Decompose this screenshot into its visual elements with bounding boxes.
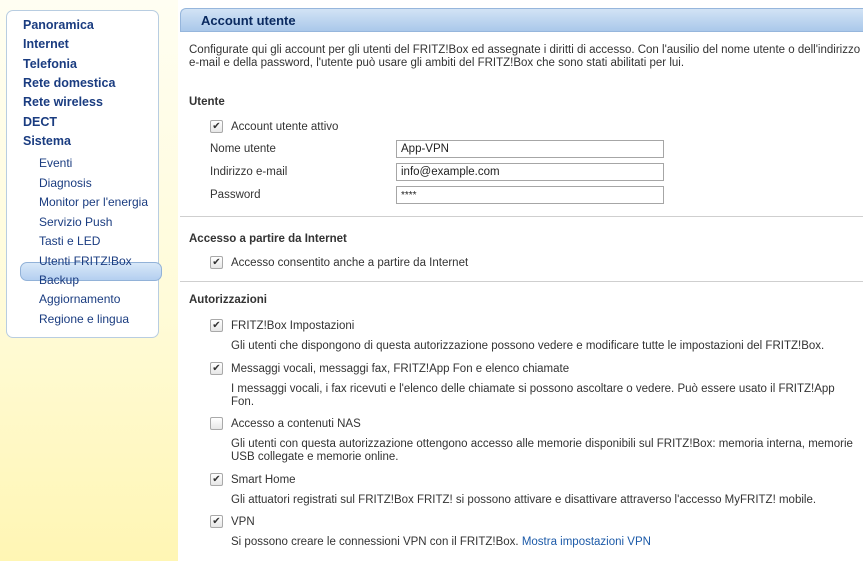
nav-aggiornamento[interactable]: Aggiornamento	[39, 292, 120, 306]
perm-messages-checkbox[interactable]: ✔	[210, 362, 223, 375]
perm-nas-label: Accesso a contenuti NAS	[231, 417, 361, 430]
perm-smart-home-desc-line: Gli attuatori registrati sul FRITZ!Box F…	[231, 494, 817, 506]
perm-vpn-desc-text: Si possono creare le connessioni VPN con…	[231, 536, 519, 548]
nav-backup[interactable]: Backup	[39, 273, 79, 287]
nav-servizio-push[interactable]: Servizio Push	[39, 215, 112, 229]
perm-vpn-checkbox[interactable]: ✔	[210, 515, 223, 528]
nav-telefonia[interactable]: Telefonia	[23, 57, 77, 71]
internet-access-label: Accesso consentito anche a partire da In…	[231, 256, 469, 269]
sidebar: Panoramica Internet Telefonia Rete domes…	[6, 10, 162, 338]
nav-internet[interactable]: Internet	[23, 37, 69, 51]
perm-fritzbox-settings-desc-line: Gli utenti che dispongono di questa auto…	[231, 340, 825, 352]
main-content: Account utente Configurate qui gli accou…	[180, 0, 863, 561]
perm-messages-row: ✔ Messaggi vocali, messaggi fax, FRITZ!A…	[210, 362, 569, 375]
nav-monitor-energia[interactable]: Monitor per l'energia	[39, 195, 148, 209]
nav-diagnosis[interactable]: Diagnosis	[39, 176, 92, 190]
perm-vpn-label: VPN	[231, 515, 255, 528]
vpn-settings-link[interactable]: Mostra impostazioni VPN	[522, 536, 651, 548]
perm-vpn-row: ✔ VPN	[210, 515, 255, 528]
perm-fritzbox-settings-label: FRITZ!Box Impostazioni	[231, 319, 355, 332]
password-label: Password	[210, 189, 261, 201]
intro-text: Configurate qui gli account per gli uten…	[189, 44, 863, 70]
perm-smart-home-row: ✔ Smart Home	[210, 473, 296, 486]
perm-fritzbox-settings-row: ✔ FRITZ!Box Impostazioni	[210, 319, 354, 332]
nav-regione-lingua[interactable]: Regione e lingua	[39, 312, 129, 326]
perm-messages-desc-line-2: Fon.	[231, 396, 255, 408]
nav-panoramica[interactable]: Panoramica	[23, 18, 94, 32]
perm-nas-row: Accesso a contenuti NAS	[210, 417, 361, 430]
perm-nas-checkbox[interactable]	[210, 417, 223, 430]
account-active-label: Account utente attivo	[231, 120, 339, 133]
section-title-internet: Accesso a partire da Internet	[189, 233, 347, 245]
perm-fritzbox-settings-checkbox[interactable]: ✔	[210, 319, 223, 332]
nav-utenti-fritzbox[interactable]: Utenti FRITZ!Box	[39, 254, 132, 268]
nav-rete-wireless[interactable]: Rete wireless	[23, 95, 103, 109]
perm-fritzbox-settings-desc: Gli utenti che dispongono di questa auto…	[231, 340, 861, 353]
perm-smart-home-checkbox[interactable]: ✔	[210, 473, 223, 486]
intro-line-2: e-mail e della password, l'utente può us…	[189, 57, 685, 69]
internet-access-checkbox[interactable]: ✔	[210, 256, 223, 269]
password-input[interactable]	[396, 186, 664, 204]
perm-messages-desc: I messaggi vocali, i fax ricevuti e l'el…	[231, 383, 861, 409]
section-title-utente: Utente	[189, 96, 225, 108]
title-bar: Account utente	[180, 8, 863, 32]
nav-eventi[interactable]: Eventi	[39, 156, 72, 170]
nav-rete-domestica[interactable]: Rete domestica	[23, 76, 115, 90]
page-title: Account utente	[201, 13, 296, 28]
perm-messages-label: Messaggi vocali, messaggi fax, FRITZ!App…	[231, 362, 570, 375]
perm-nas-desc-line-2: USB collegate e memorie online.	[231, 451, 399, 463]
nav-tasti-led[interactable]: Tasti e LED	[39, 234, 100, 248]
account-active-checkbox[interactable]: ✔	[210, 120, 223, 133]
perm-smart-home-desc: Gli attuatori registrati sul FRITZ!Box F…	[231, 494, 861, 507]
internet-access-row: ✔ Accesso consentito anche a partire da …	[210, 256, 468, 269]
nav-dect[interactable]: DECT	[23, 115, 57, 129]
section-title-autorizzazioni: Autorizzazioni	[189, 294, 267, 306]
perm-smart-home-label: Smart Home	[231, 473, 296, 486]
perm-nas-desc: Gli utenti con questa autorizzazione ott…	[231, 438, 861, 464]
intro-line-1: Configurate qui gli account per gli uten…	[189, 44, 861, 56]
username-label: Nome utente	[210, 143, 276, 155]
perm-messages-desc-line-1: I messaggi vocali, i fax ricevuti e l'el…	[231, 383, 835, 395]
email-label: Indirizzo e-mail	[210, 166, 288, 178]
account-active-row: ✔ Account utente attivo	[210, 120, 338, 133]
perm-vpn-desc: Si possono creare le connessioni VPN con…	[231, 536, 861, 549]
divider-1	[180, 216, 863, 217]
perm-nas-desc-line-1: Gli utenti con questa autorizzazione ott…	[231, 438, 853, 450]
divider-2	[180, 281, 863, 282]
nav-sistema[interactable]: Sistema	[23, 134, 71, 148]
username-input[interactable]	[396, 140, 664, 158]
email-input[interactable]	[396, 163, 664, 181]
